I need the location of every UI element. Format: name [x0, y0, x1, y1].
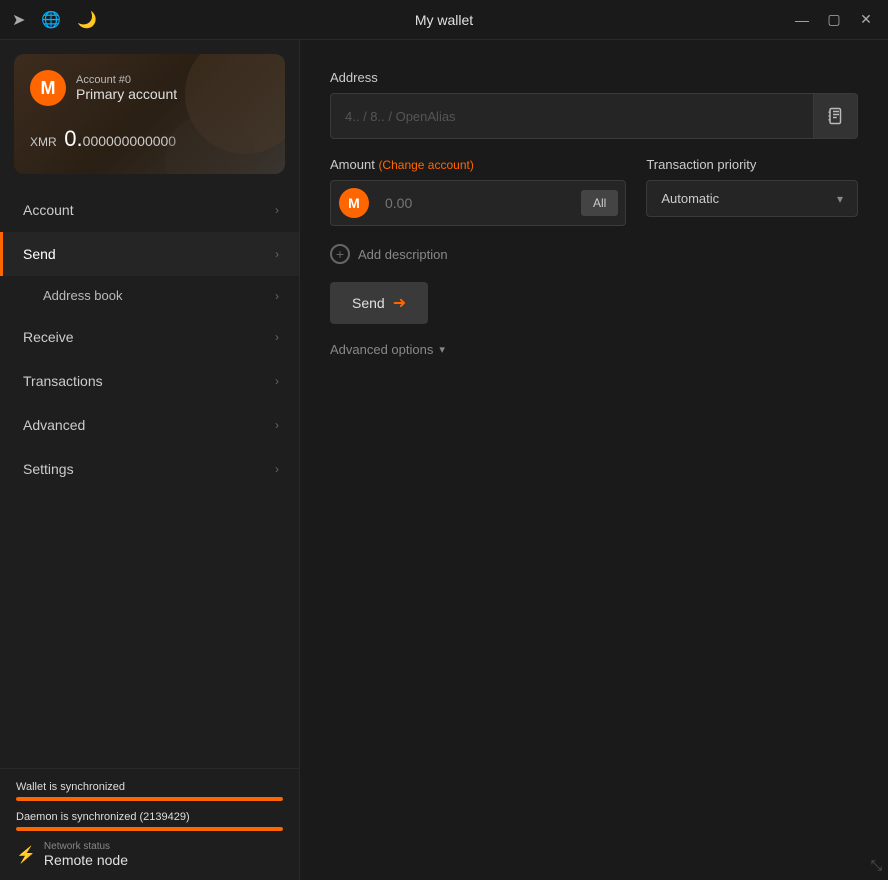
network-status: ⚡ Network status Remote node	[16, 841, 283, 868]
arrow-icon[interactable]: ➤	[12, 10, 25, 30]
add-description-label: Add description	[358, 247, 448, 262]
change-account-link[interactable]: (Change account)	[378, 158, 473, 172]
nav-list: Account › Send › Address book › Receive …	[0, 188, 299, 768]
advanced-chevron-icon: ▾	[439, 343, 445, 356]
bolt-icon: ⚡	[16, 845, 36, 865]
content-area: Address	[300, 40, 888, 880]
wallet-sync-fill	[16, 797, 283, 801]
account-info: Account #0 Primary account	[76, 74, 177, 102]
address-book-button[interactable]	[813, 94, 857, 138]
window-controls: — ▢ ✕	[792, 11, 876, 28]
chevron-icon: ›	[275, 289, 279, 303]
send-arrow-icon: ➜	[393, 293, 406, 313]
sidebar-item-receive[interactable]: Receive ›	[0, 315, 299, 359]
close-button[interactable]: ✕	[856, 11, 876, 28]
daemon-sync-fill	[16, 827, 283, 831]
advanced-options-toggle[interactable]: Advanced options ▾	[330, 342, 858, 357]
titlebar-left: ➤ 🌐 🌙	[12, 10, 97, 30]
titlebar: ➤ 🌐 🌙 My wallet — ▢ ✕	[0, 0, 888, 40]
amount-section: Amount (Change account) M All	[330, 157, 626, 226]
address-input-wrapper	[330, 93, 858, 139]
address-input[interactable]	[331, 99, 813, 134]
sidebar-item-send-label: Send	[23, 246, 56, 262]
priority-select[interactable]: Automatic ▾	[646, 180, 858, 217]
daemon-sync-label: Daemon is synchronized (2139429)	[16, 811, 283, 823]
address-section: Address	[330, 70, 858, 139]
chevron-icon: ›	[275, 418, 279, 432]
window-title: My wallet	[415, 12, 473, 28]
all-button[interactable]: All	[581, 190, 618, 216]
sidebar-item-account[interactable]: Account ›	[0, 188, 299, 232]
priority-section: Transaction priority Automatic ▾	[646, 157, 858, 217]
balance-decimal: 000000000000	[83, 133, 176, 149]
maximize-button[interactable]: ▢	[824, 11, 844, 28]
account-number: Account #0	[76, 74, 177, 86]
network-status-value: Remote node	[44, 852, 128, 868]
dropdown-arrow-icon: ▾	[837, 192, 843, 206]
sidebar-item-send[interactable]: Send ›	[0, 232, 299, 276]
amount-priority-row: Amount (Change account) M All Transactio…	[330, 157, 858, 226]
chevron-icon: ›	[275, 374, 279, 388]
sidebar-footer: Wallet is synchronized Daemon is synchro…	[0, 768, 299, 880]
sidebar-item-account-label: Account	[23, 202, 74, 218]
priority-value: Automatic	[661, 191, 719, 206]
network-status-label: Network status	[44, 841, 128, 852]
sidebar-item-advanced-label: Advanced	[23, 417, 85, 433]
balance-currency: XMR	[30, 135, 57, 149]
sidebar-item-address-book-label: Address book	[43, 288, 123, 303]
amount-input-wrapper: M All	[330, 180, 626, 226]
sidebar-item-transactions[interactable]: Transactions ›	[0, 359, 299, 403]
priority-label: Transaction priority	[646, 157, 858, 172]
minimize-button[interactable]: —	[792, 12, 812, 28]
sidebar-item-receive-label: Receive	[23, 329, 74, 345]
address-label: Address	[330, 70, 858, 85]
advanced-options-label: Advanced options	[330, 342, 433, 357]
sidebar-item-settings-label: Settings	[23, 461, 74, 477]
account-header: M Account #0 Primary account	[30, 70, 269, 106]
monero-icon-small: M	[339, 188, 369, 218]
monero-logo: M	[30, 70, 66, 106]
sidebar-item-address-book[interactable]: Address book ›	[0, 276, 299, 315]
account-name: Primary account	[76, 86, 177, 102]
globe-icon[interactable]: 🌐	[41, 10, 61, 30]
amount-label: Amount (Change account)	[330, 157, 626, 172]
chevron-icon: ›	[275, 330, 279, 344]
daemon-sync-bar	[16, 827, 283, 831]
main-layout: M Account #0 Primary account XMR 0.00000…	[0, 40, 888, 880]
wallet-sync-label: Wallet is synchronized	[16, 781, 283, 793]
plus-icon: +	[330, 244, 350, 264]
send-button[interactable]: Send ➜	[330, 282, 428, 324]
balance-integer: 0.	[64, 126, 82, 151]
chevron-icon: ›	[275, 462, 279, 476]
sidebar-item-transactions-label: Transactions	[23, 373, 103, 389]
account-balance: XMR 0.000000000000	[30, 126, 269, 152]
account-card[interactable]: M Account #0 Primary account XMR 0.00000…	[14, 54, 285, 174]
sidebar: M Account #0 Primary account XMR 0.00000…	[0, 40, 300, 880]
amount-input[interactable]	[377, 185, 574, 221]
moon-icon[interactable]: 🌙	[77, 10, 97, 30]
chevron-icon: ›	[275, 247, 279, 261]
send-button-label: Send	[352, 295, 385, 311]
network-text: Network status Remote node	[44, 841, 128, 868]
sidebar-item-settings[interactable]: Settings ›	[0, 447, 299, 491]
sidebar-item-advanced[interactable]: Advanced ›	[0, 403, 299, 447]
resize-handle[interactable]: ⤡	[871, 857, 882, 874]
add-description-button[interactable]: + Add description	[330, 244, 858, 264]
chevron-icon: ›	[275, 203, 279, 217]
wallet-sync-bar	[16, 797, 283, 801]
